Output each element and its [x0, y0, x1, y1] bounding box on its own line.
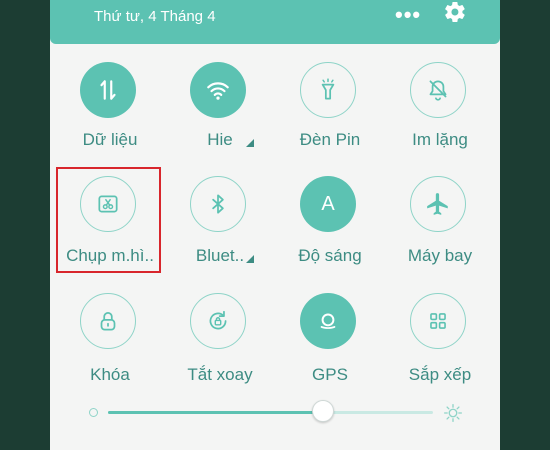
auto-brightness-toggle[interactable]: A: [300, 176, 356, 232]
tile-label: Bluet..: [195, 246, 245, 265]
lock-toggle[interactable]: [80, 293, 136, 349]
tile-bluetooth[interactable]: Bluet..: [165, 176, 275, 286]
expand-indicator: [246, 255, 254, 263]
gps-icon: [320, 313, 336, 329]
sun-icon: [444, 404, 462, 422]
tile-wifi[interactable]: Hie: [165, 58, 275, 168]
brightness-slider-fill: [108, 411, 323, 414]
brightness-slider[interactable]: [108, 400, 433, 422]
tile-gps[interactable]: GPS: [275, 293, 385, 403]
arrange-toggle[interactable]: [410, 293, 466, 349]
tile-label: Tắt xoay: [187, 365, 253, 384]
dim-icon: [89, 408, 98, 417]
airplane-toggle[interactable]: [410, 176, 466, 232]
mobile-data-icon: [100, 80, 116, 100]
tile-label: Khóa: [90, 365, 130, 384]
bell-off-icon: [429, 80, 447, 101]
tile-brightness[interactable]: A Độ sáng: [275, 176, 385, 286]
airplane-icon: [427, 193, 448, 215]
tile-lock[interactable]: Khóa: [55, 293, 165, 403]
grid-icon: [430, 313, 446, 329]
gps-toggle[interactable]: [300, 293, 356, 349]
bluetooth-icon: [212, 194, 224, 214]
lock-icon: [100, 312, 116, 331]
screenshot-tile-highlight: [56, 167, 161, 273]
tile-airplane[interactable]: Máy bay: [385, 176, 495, 286]
bluetooth-toggle[interactable]: [190, 176, 246, 232]
brightness-auto-icon: A: [321, 192, 335, 215]
tile-label: Độ sáng: [298, 246, 362, 265]
tile-arrange[interactable]: Sắp xếp: [385, 293, 495, 403]
tile-flashlight[interactable]: Đèn Pin: [275, 58, 385, 168]
tile-label: GPS: [312, 365, 348, 384]
wifi-icon: [207, 82, 229, 100]
tile-label: Dữ liệu: [82, 130, 138, 149]
tile-silent[interactable]: Im lặng: [385, 58, 495, 168]
rotation-lock-icon: [209, 310, 227, 330]
silent-toggle[interactable]: [410, 62, 466, 118]
tile-label: Đèn Pin: [299, 130, 361, 149]
tile-label: Hie: [207, 130, 233, 149]
flashlight-icon: [321, 78, 335, 100]
tile-mobile-data[interactable]: Dữ liệu: [55, 58, 165, 168]
tile-label: Sắp xếp: [408, 365, 472, 384]
brightness-slider-thumb[interactable]: [312, 400, 334, 422]
tile-label: Máy bay: [407, 246, 473, 265]
tile-rotation[interactable]: Tắt xoay: [165, 293, 275, 403]
wifi-toggle[interactable]: [190, 62, 246, 118]
expand-indicator: [246, 139, 254, 147]
mobile-data-toggle[interactable]: [80, 62, 136, 118]
flashlight-toggle[interactable]: [300, 62, 356, 118]
tile-label: Im lặng: [412, 130, 468, 149]
rotation-toggle[interactable]: [190, 293, 246, 349]
